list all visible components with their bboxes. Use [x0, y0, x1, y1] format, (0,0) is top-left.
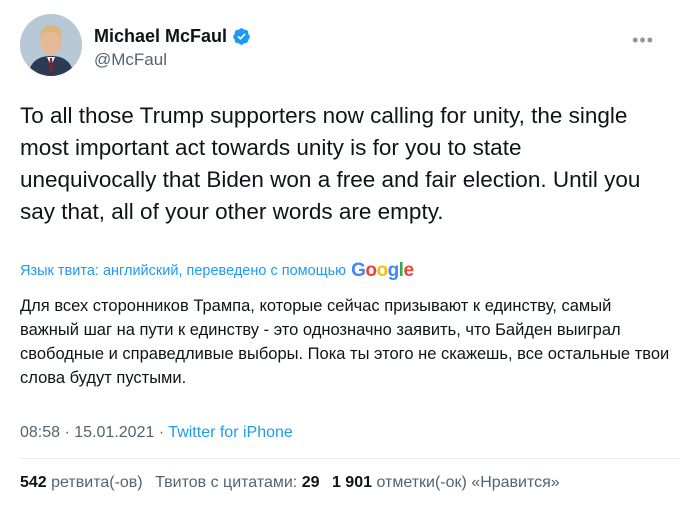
divider [20, 458, 680, 459]
meta-separator: · [158, 424, 165, 441]
translated-text: Для всех сторонников Трампа, которые сей… [20, 297, 670, 387]
avatar[interactable] [20, 14, 82, 76]
translation-label[interactable]: Язык твита: английский, переведено с пом… [20, 263, 346, 279]
quotes-count: 29 [301, 474, 320, 491]
tweet-text: To all those Trump supporters now callin… [20, 103, 641, 224]
author-name[interactable]: Michael McFaul [94, 26, 227, 47]
retweets-count: 542 [20, 474, 47, 491]
tweet-meta: 08:58 · 15.01.2021 · Twitter for iPhone [20, 424, 293, 442]
tweet-stats: 542 ретвита(-ов) Твитов с цитатами: 29 1… [20, 474, 560, 492]
likes-label: отметки(-ок) «Нравится» [376, 474, 560, 491]
google-logo: Google [351, 260, 414, 281]
author-name-row: Michael McFaul [94, 26, 251, 47]
tweet-time[interactable]: 08:58 [20, 424, 60, 441]
meta-separator: · [64, 424, 70, 441]
translation-attribution[interactable]: Язык твита: английский, переведено с пом… [20, 260, 414, 282]
likes-count: 1 901 [331, 474, 372, 491]
tweet-date[interactable]: 15.01.2021 [74, 424, 154, 441]
author-handle[interactable]: @McFaul [94, 50, 167, 70]
quotes-stat[interactable]: Твитов с цитатами: 29 [155, 474, 319, 491]
likes-stat[interactable]: 1 901 отметки(-ок) «Нравится» [332, 474, 560, 491]
more-options-icon[interactable]: ••• [632, 30, 654, 51]
retweets-label: ретвита(-ов) [51, 474, 143, 491]
verified-badge-icon [233, 28, 250, 45]
profile-photo-icon [20, 14, 82, 76]
retweets-stat[interactable]: 542 ретвита(-ов) [20, 474, 143, 491]
tweet-source[interactable]: Twitter for iPhone [168, 424, 293, 441]
tweet-header: Michael McFaul @McFaul ••• [20, 14, 660, 78]
quotes-label: Твитов с цитатами: [155, 474, 298, 491]
